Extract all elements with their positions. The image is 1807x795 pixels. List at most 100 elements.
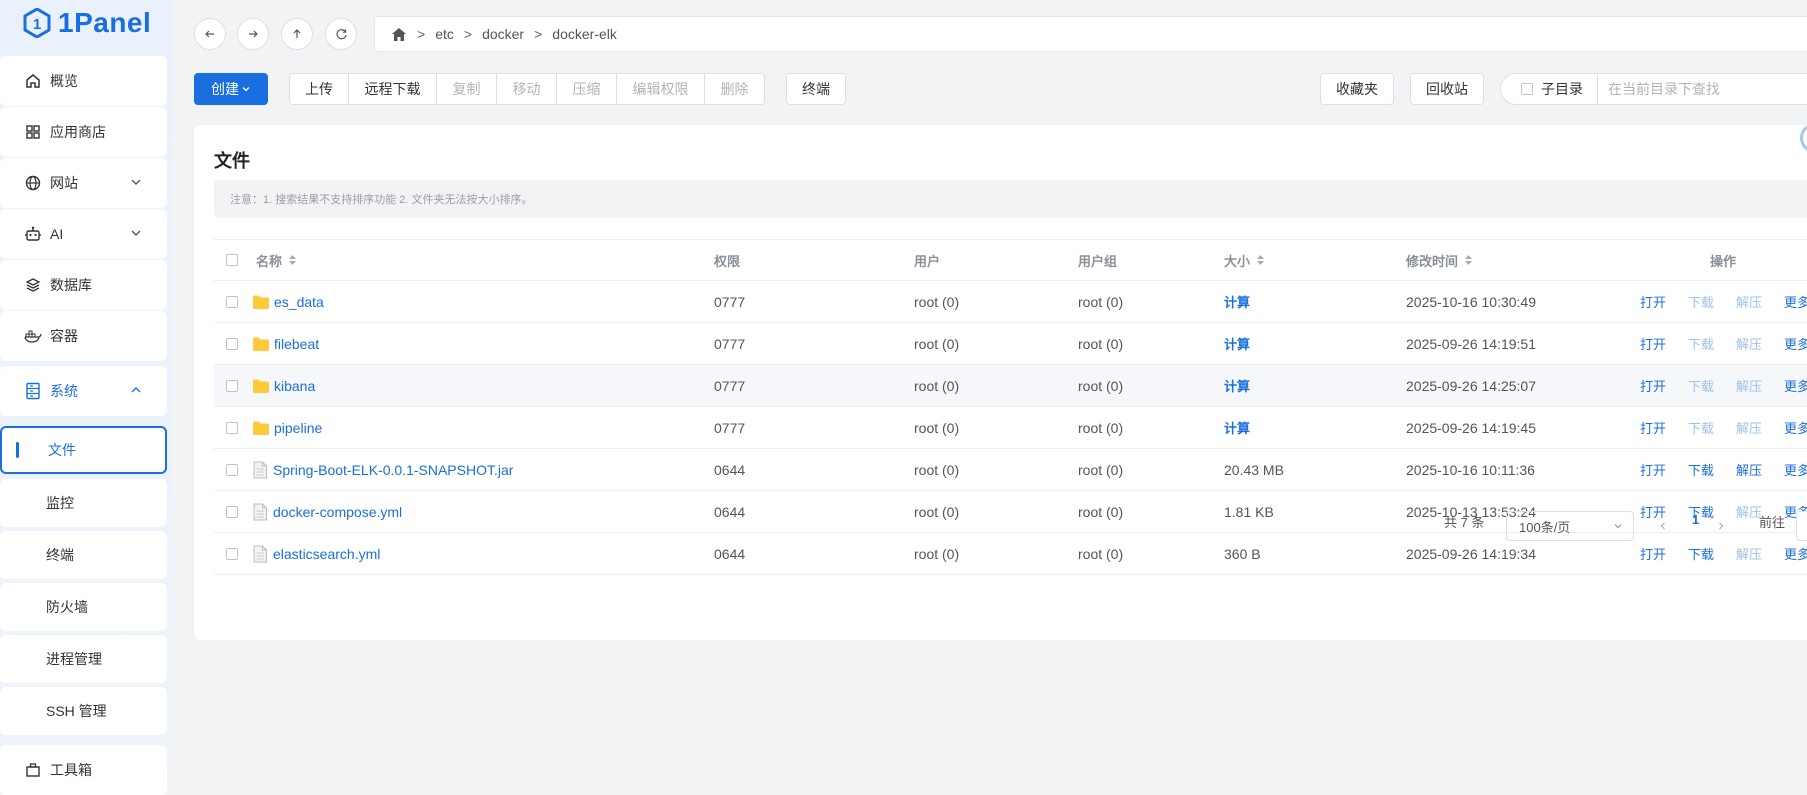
- more-action[interactable]: 更多: [1784, 460, 1807, 479]
- goto-page-input[interactable]: [1796, 511, 1807, 541]
- next-page-icon[interactable]: [1716, 521, 1726, 531]
- col-name[interactable]: 名称: [256, 240, 297, 280]
- sidebar-item-system[interactable]: 系统: [0, 366, 167, 416]
- recycle-bin-button[interactable]: 回收站: [1410, 73, 1484, 105]
- sidebar-sub-process[interactable]: 进程管理: [0, 635, 167, 683]
- open-action[interactable]: 打开: [1640, 292, 1666, 311]
- file-name-cell[interactable]: es_data: [252, 281, 324, 322]
- row-checkbox[interactable]: [226, 323, 238, 364]
- calc-size-link[interactable]: 计算: [1224, 418, 1250, 437]
- file-name-cell[interactable]: filebeat: [252, 323, 319, 364]
- edit-permission-button[interactable]: 编辑权限: [616, 73, 705, 105]
- sidebar-sub-files[interactable]: 文件: [0, 426, 167, 474]
- forward-button[interactable]: [237, 18, 269, 50]
- open-action[interactable]: 打开: [1640, 418, 1666, 437]
- download-action[interactable]: 下载: [1688, 418, 1714, 437]
- delete-button[interactable]: 删除: [704, 73, 765, 105]
- more-action[interactable]: 更多: [1784, 292, 1807, 311]
- calc-size-link[interactable]: 计算: [1224, 292, 1250, 311]
- file-name[interactable]: filebeat: [274, 336, 319, 352]
- upload-button[interactable]: 上传: [289, 73, 349, 105]
- terminal-button[interactable]: 终端: [786, 73, 846, 105]
- row-checkbox[interactable]: [226, 449, 238, 490]
- download-action[interactable]: 下载: [1688, 376, 1714, 395]
- copy-button[interactable]: 复制: [436, 73, 497, 105]
- sidebar-sub-monitor[interactable]: 监控: [0, 479, 167, 527]
- row-checkbox[interactable]: [226, 407, 238, 448]
- compress-button[interactable]: 压缩: [556, 73, 617, 105]
- file-name-cell[interactable]: Spring-Boot-ELK-0.0.1-SNAPSHOT.jar: [252, 449, 513, 490]
- sidebar-item-container[interactable]: 容器: [0, 311, 167, 361]
- file-name-cell[interactable]: docker-compose.yml: [252, 491, 402, 532]
- file-name-cell[interactable]: kibana: [252, 365, 315, 406]
- prev-page-icon[interactable]: [1658, 521, 1668, 531]
- more-action[interactable]: 更多: [1784, 418, 1807, 437]
- table-row[interactable]: Spring-Boot-ELK-0.0.1-SNAPSHOT.jar 0644 ro…: [214, 449, 1807, 491]
- file-name[interactable]: elasticsearch.yml: [273, 546, 380, 562]
- extract-action[interactable]: 解压: [1736, 292, 1762, 311]
- refresh-button[interactable]: [325, 18, 357, 50]
- table-row[interactable]: kibana 0777 root (0) root (0) 计算 2025-09-26 1…: [214, 365, 1807, 407]
- col-mtime[interactable]: 修改时间: [1406, 240, 1473, 280]
- row-checkbox[interactable]: [226, 281, 238, 322]
- file-name-cell[interactable]: pipeline: [252, 407, 322, 448]
- sidebar-item-toolbox[interactable]: 工具箱: [0, 745, 167, 795]
- back-button[interactable]: [194, 18, 226, 50]
- subdir-checkbox[interactable]: 子目录: [1501, 74, 1598, 104]
- sidebar-sub-terminal[interactable]: 终端: [0, 531, 167, 579]
- create-button[interactable]: 创建: [194, 73, 268, 105]
- select-all-checkbox[interactable]: [226, 240, 238, 280]
- open-action[interactable]: 打开: [1640, 502, 1666, 521]
- sidebar-sub-ssh[interactable]: SSH 管理: [0, 687, 167, 735]
- up-button[interactable]: [281, 18, 313, 50]
- current-page[interactable]: 1: [1692, 512, 1699, 527]
- extract-action[interactable]: 解压: [1736, 544, 1762, 563]
- download-action[interactable]: 下载: [1688, 334, 1714, 353]
- open-action[interactable]: 打开: [1640, 544, 1666, 563]
- sidebar-item-ai[interactable]: AI: [0, 209, 167, 259]
- page-size-select[interactable]: 100条/页: [1506, 511, 1634, 541]
- calc-size-link[interactable]: 计算: [1224, 334, 1250, 353]
- open-action[interactable]: 打开: [1640, 334, 1666, 353]
- more-action[interactable]: 更多: [1784, 544, 1807, 563]
- file-name[interactable]: pipeline: [274, 420, 322, 436]
- sidebar-item-website[interactable]: 网站: [0, 158, 167, 208]
- download-action[interactable]: 下载: [1688, 460, 1714, 479]
- row-checkbox[interactable]: [226, 533, 238, 574]
- breadcrumb-docker-elk[interactable]: docker-elk: [552, 26, 617, 42]
- file-name[interactable]: es_data: [274, 294, 324, 310]
- download-action[interactable]: 下载: [1688, 292, 1714, 311]
- table-row[interactable]: pipeline 0777 root (0) root (0) 计算 2025-09-26…: [214, 407, 1807, 449]
- col-size[interactable]: 大小: [1224, 240, 1265, 280]
- app-logo[interactable]: 1 1Panel: [22, 6, 151, 40]
- row-checkbox[interactable]: [226, 365, 238, 406]
- breadcrumb-etc[interactable]: etc: [435, 26, 454, 42]
- more-action[interactable]: 更多: [1784, 334, 1807, 353]
- sidebar-item-database[interactable]: 数据库: [0, 260, 167, 310]
- remote-download-button[interactable]: 远程下载: [348, 73, 437, 105]
- download-action[interactable]: 下载: [1688, 544, 1714, 563]
- sidebar-sub-firewall[interactable]: 防火墙: [0, 583, 167, 631]
- extract-action[interactable]: 解压: [1736, 460, 1762, 479]
- file-name[interactable]: kibana: [274, 378, 315, 394]
- file-name-cell[interactable]: elasticsearch.yml: [252, 533, 380, 574]
- search-input[interactable]: [1598, 80, 1807, 98]
- row-checkbox[interactable]: [226, 491, 238, 532]
- breadcrumb-docker[interactable]: docker: [482, 26, 524, 42]
- sidebar-item-overview[interactable]: 概览: [0, 56, 167, 106]
- calc-size-link[interactable]: 计算: [1224, 376, 1250, 395]
- extract-action[interactable]: 解压: [1736, 334, 1762, 353]
- sidebar-item-app-store[interactable]: 应用商店: [0, 107, 167, 157]
- more-action[interactable]: 更多: [1784, 376, 1807, 395]
- home-icon[interactable]: [391, 27, 407, 42]
- file-name[interactable]: docker-compose.yml: [273, 504, 402, 520]
- open-action[interactable]: 打开: [1640, 460, 1666, 479]
- favorites-button[interactable]: 收藏夹: [1320, 73, 1394, 105]
- extract-action[interactable]: 解压: [1736, 376, 1762, 395]
- file-name[interactable]: Spring-Boot-ELK-0.0.1-SNAPSHOT.jar: [273, 462, 513, 478]
- table-row[interactable]: es_data 0777 root (0) root (0) 计算 2025-10-16 …: [214, 281, 1807, 323]
- table-row[interactable]: filebeat 0777 root (0) root (0) 计算 2025-09-26…: [214, 323, 1807, 365]
- extract-action[interactable]: 解压: [1736, 418, 1762, 437]
- move-button[interactable]: 移动: [496, 73, 557, 105]
- open-action[interactable]: 打开: [1640, 376, 1666, 395]
